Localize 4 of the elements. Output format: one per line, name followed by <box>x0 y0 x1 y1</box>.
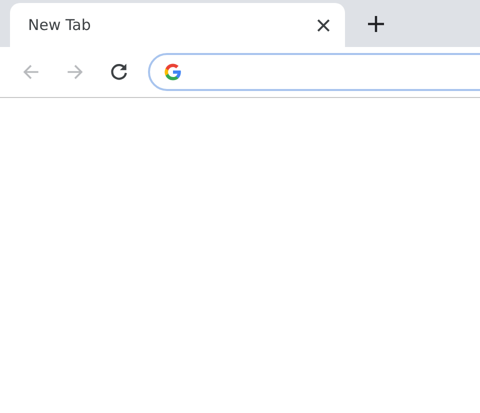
g-logo-icon <box>164 63 182 81</box>
browser-tab[interactable]: New Tab <box>10 3 345 47</box>
new-tab-plus-icon[interactable] <box>365 13 387 35</box>
tab-title: New Tab <box>28 16 92 34</box>
